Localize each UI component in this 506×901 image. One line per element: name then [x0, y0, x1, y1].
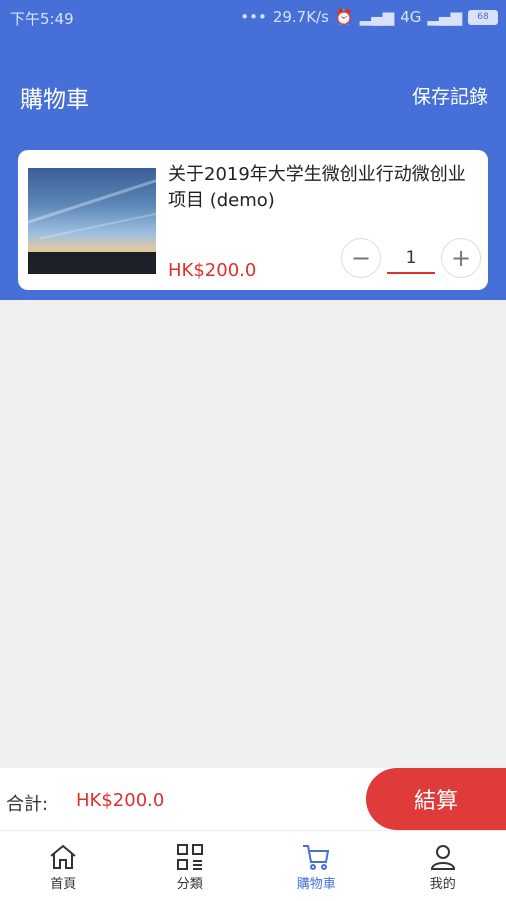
- network-type: 4G: [400, 8, 421, 26]
- tab-category[interactable]: 分類: [127, 831, 254, 901]
- grid-list-icon: [174, 841, 206, 873]
- battery-level: 68: [477, 12, 488, 22]
- network-speed: 29.7K/s: [273, 8, 329, 26]
- status-time: 下午5:49: [10, 8, 74, 29]
- product-title[interactable]: 关于2019年大学生微创业行动微创业项目 (demo): [168, 162, 468, 214]
- tab-cart-label: 購物車: [297, 873, 336, 892]
- total-label: 合計:: [6, 790, 48, 816]
- alarm-icon: ⏰: [335, 8, 354, 26]
- bottom-tab-bar: 首頁 分類 購物車 我的: [0, 830, 506, 901]
- tab-home[interactable]: 首頁: [0, 831, 127, 901]
- increase-button[interactable]: +: [441, 238, 481, 278]
- status-bar: 下午5:49 ••• 29.7K/s ⏰ ▂▄▆ 4G ▂▄▆ 68: [0, 0, 506, 34]
- decrease-button[interactable]: −: [341, 238, 381, 278]
- save-records-button[interactable]: 保存記錄: [412, 82, 488, 109]
- product-image[interactable]: [28, 168, 156, 274]
- quantity-input[interactable]: 1: [387, 244, 435, 274]
- page-title: 購物車: [20, 80, 89, 114]
- product-price: HK$200.0: [168, 260, 256, 281]
- checkout-button[interactable]: 結算: [366, 768, 506, 830]
- status-right: ••• 29.7K/s ⏰ ▂▄▆ 4G ▂▄▆ 68: [240, 8, 498, 26]
- battery-icon: 68: [468, 10, 498, 25]
- cart-item-card: 关于2019年大学生微创业行动微创业项目 (demo) HK$200.0 − 1…: [18, 150, 488, 290]
- signal-icon-2: ▂▄▆: [427, 8, 462, 26]
- cart-icon: [300, 841, 332, 873]
- signal-icon: ▂▄▆: [360, 8, 395, 26]
- dots-icon: •••: [240, 8, 267, 26]
- total-bar: 合計: HK$200.0 結算: [0, 768, 506, 830]
- title-bar: 購物車 保存記錄: [0, 70, 506, 120]
- plus-icon: +: [451, 244, 471, 272]
- tab-home-label: 首頁: [50, 873, 76, 892]
- tab-cart[interactable]: 購物車: [253, 831, 380, 901]
- tab-category-label: 分類: [177, 873, 203, 892]
- user-icon: [427, 841, 459, 873]
- quantity-stepper: − 1 +: [341, 238, 481, 278]
- minus-icon: −: [351, 244, 371, 272]
- home-icon: [47, 841, 79, 873]
- tab-me[interactable]: 我的: [380, 831, 506, 901]
- tab-me-label: 我的: [430, 873, 456, 892]
- total-value: HK$200.0: [76, 790, 164, 811]
